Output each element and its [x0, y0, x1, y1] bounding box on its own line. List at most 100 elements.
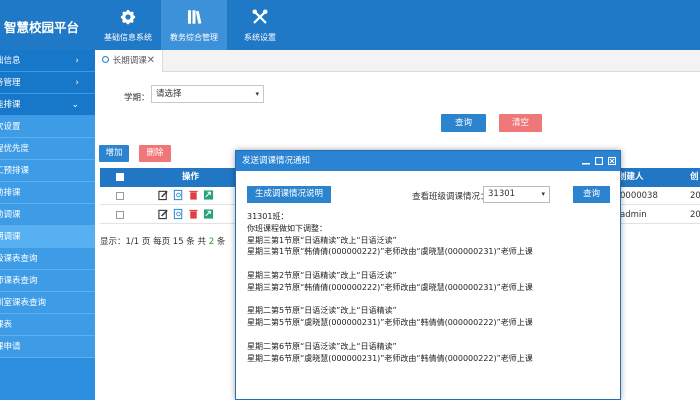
sidebar-item-label: 动排课	[0, 188, 21, 198]
sidebar-item-adjust-request[interactable]: 课申请	[0, 336, 95, 358]
sidebar-item-long-term-adjust[interactable]: 期调课	[0, 226, 95, 248]
view-icon[interactable]	[173, 208, 184, 220]
topnav-academic[interactable]: 教务综合管理	[161, 0, 227, 50]
sidebar-item-smart-scheduling[interactable]: 能排课 ⌄	[0, 94, 95, 116]
gear-icon	[120, 10, 136, 25]
minimize-icon[interactable]	[580, 151, 592, 171]
class-select-value: 31301	[488, 189, 516, 199]
sidebar-item-label: 础信息	[0, 56, 21, 66]
summary-line: 星期二第5节原“日语泛读”改上“日语精读”	[247, 306, 397, 316]
sidebar-item-label: 能排课	[0, 100, 21, 110]
refresh-icon	[101, 55, 110, 64]
edit-icon[interactable]	[158, 189, 169, 201]
sidebar-item-academic-mgmt[interactable]: 务管理 ›	[0, 72, 95, 94]
add-button[interactable]: 增加	[99, 145, 129, 162]
created-cell: 20	[690, 191, 700, 201]
sidebar-item-manual-adjust[interactable]: 动调课	[0, 204, 95, 226]
dropdown-arrow-icon: ▾	[541, 190, 545, 198]
close-icon[interactable]: ✕	[147, 50, 155, 72]
tab-bar: 长期调课 ✕	[95, 50, 700, 72]
books-icon	[188, 10, 202, 24]
sidebar-item-class-timetable[interactable]: 级课表查询	[0, 248, 95, 270]
topnav-settings[interactable]: 系统设置	[227, 0, 293, 50]
dropdown-arrow-icon: ▾	[255, 90, 259, 98]
chevron-down-icon: ⌄	[71, 100, 79, 110]
app-title: 智慧校园平台	[4, 20, 80, 35]
dialog-body: 生成调课情况说明 查看班级调课情况： 31301 ▾ 查询 31301班： 你班…	[236, 171, 620, 399]
summary-line: 星期二第5节原“虞晓慧(000000231)”老师改由“韩倩倩(00000022…	[247, 318, 533, 328]
summary-line: 星期二第6节原“日语泛读”改上“日语精读”	[247, 341, 397, 351]
sidebar-item-label: 务管理	[0, 78, 21, 88]
topnav-label: 系统设置	[244, 33, 276, 42]
sidebar-item-label: 程优先度	[0, 144, 30, 154]
term-select-value: 请选择	[156, 89, 182, 99]
row-checkbox[interactable]	[116, 211, 124, 219]
summary-line: 星期三第1节原“日语精读”改上“日语泛读”	[247, 235, 397, 245]
summary-line: 你班课程做如下调整：	[247, 223, 327, 233]
summary-line: 31301班：	[247, 212, 289, 221]
topnav-label: 教务综合管理	[170, 33, 218, 42]
sidebar: 础信息 › 务管理 › 能排课 ⌄ 次设置 程优先度 工预排课 动排课 动调课 …	[0, 50, 95, 400]
query-button[interactable]: 查询	[441, 114, 486, 132]
sidebar-item-label: 级课表查询	[0, 254, 38, 264]
summary-gap	[247, 258, 612, 270]
close-icon[interactable]	[606, 151, 618, 171]
created-cell: 20	[690, 210, 700, 220]
dialog-titlebar: 发送调课情况通知	[236, 151, 620, 171]
col-created: 创	[690, 172, 699, 182]
reset-button[interactable]: 清空	[499, 114, 542, 132]
sidebar-item-label: 工预排课	[0, 166, 30, 176]
summary-line: 星期三第2节原“日语精读”改上“日语泛读”	[247, 270, 397, 280]
view-icon[interactable]	[173, 189, 184, 201]
delete-button[interactable]: 删除	[139, 145, 171, 162]
sidebar-item-auto-scheduling[interactable]: 动排课	[0, 182, 95, 204]
summary-gap	[247, 294, 612, 306]
col-creator: 创建人	[618, 172, 644, 182]
trash-icon[interactable]	[188, 208, 199, 220]
tools-icon	[252, 9, 268, 24]
export-icon[interactable]	[203, 189, 214, 201]
sidebar-item-periods[interactable]: 次设置	[0, 116, 95, 138]
class-select[interactable]: 31301 ▾	[483, 186, 550, 203]
top-header: 智慧校园平台 基础信息系统 教务综合管理 系统设置	[0, 0, 700, 50]
sidebar-item-label: 师课表查询	[0, 276, 38, 286]
creator-cell: 0000038	[620, 191, 658, 201]
sidebar-item-label: 训室课表查询	[0, 298, 47, 308]
sidebar-item-label: 动调课	[0, 210, 21, 220]
term-select[interactable]: 请选择 ▾	[151, 85, 264, 103]
dialog-query-button[interactable]: 查询	[573, 186, 610, 203]
maximize-icon[interactable]	[593, 151, 605, 171]
adjust-summary-text: 31301班： 你班课程做如下调整： 星期三第1节原“日语精读”改上“日语泛读”…	[247, 211, 612, 364]
view-class-label: 查看班级调课情况：	[412, 192, 489, 202]
row-actions	[158, 189, 214, 201]
tab-label: 长期调课	[112, 56, 147, 66]
sidebar-item-timetable[interactable]: 课表	[0, 314, 95, 336]
row-actions	[158, 208, 214, 220]
sidebar-item-label: 期调课	[0, 232, 21, 242]
pager-info: 显示：1/1 页 每页 15 条 共 2 条	[100, 235, 225, 247]
summary-line: 星期二第6节原“虞晓慧(000000231)”老师改由“韩倩倩(00000022…	[247, 353, 533, 363]
sidebar-item-basic-info[interactable]: 础信息 ›	[0, 50, 95, 72]
select-all-checkbox[interactable]	[116, 173, 124, 181]
summary-line: 星期三第2节原“韩倩倩(000000222)”老师改由“虞晓慧(00000023…	[247, 282, 533, 292]
top-nav: 基础信息系统 教务综合管理 系统设置	[95, 0, 293, 50]
chevron-right-icon: ›	[75, 78, 79, 88]
topnav-label: 基础信息系统	[104, 33, 152, 42]
tab-long-term-adjust[interactable]: 长期调课 ✕	[95, 50, 163, 72]
pager-prefix: 显示：1/1 页 每页 15 条 共	[100, 237, 209, 247]
topnav-basic-info[interactable]: 基础信息系统	[95, 0, 161, 50]
sidebar-item-label: 次设置	[0, 122, 21, 132]
sidebar-item-teacher-timetable[interactable]: 师课表查询	[0, 270, 95, 292]
sidebar-item-course-priority[interactable]: 程优先度	[0, 138, 95, 160]
sidebar-item-label: 课表	[0, 320, 13, 330]
sidebar-item-manual-prescheduling[interactable]: 工预排课	[0, 160, 95, 182]
col-operations: 操作	[182, 172, 200, 182]
edit-icon[interactable]	[158, 208, 169, 220]
sidebar-item-label: 课申请	[0, 342, 21, 352]
row-checkbox[interactable]	[116, 192, 124, 200]
trash-icon[interactable]	[188, 189, 199, 201]
export-icon[interactable]	[203, 208, 214, 220]
notify-dialog: 发送调课情况通知 生成调课情况说明 查看班级调课情况： 31301 ▾ 查询 3…	[235, 150, 621, 400]
generate-summary-button[interactable]: 生成调课情况说明	[247, 186, 331, 203]
sidebar-item-room-timetable[interactable]: 训室课表查询	[0, 292, 95, 314]
